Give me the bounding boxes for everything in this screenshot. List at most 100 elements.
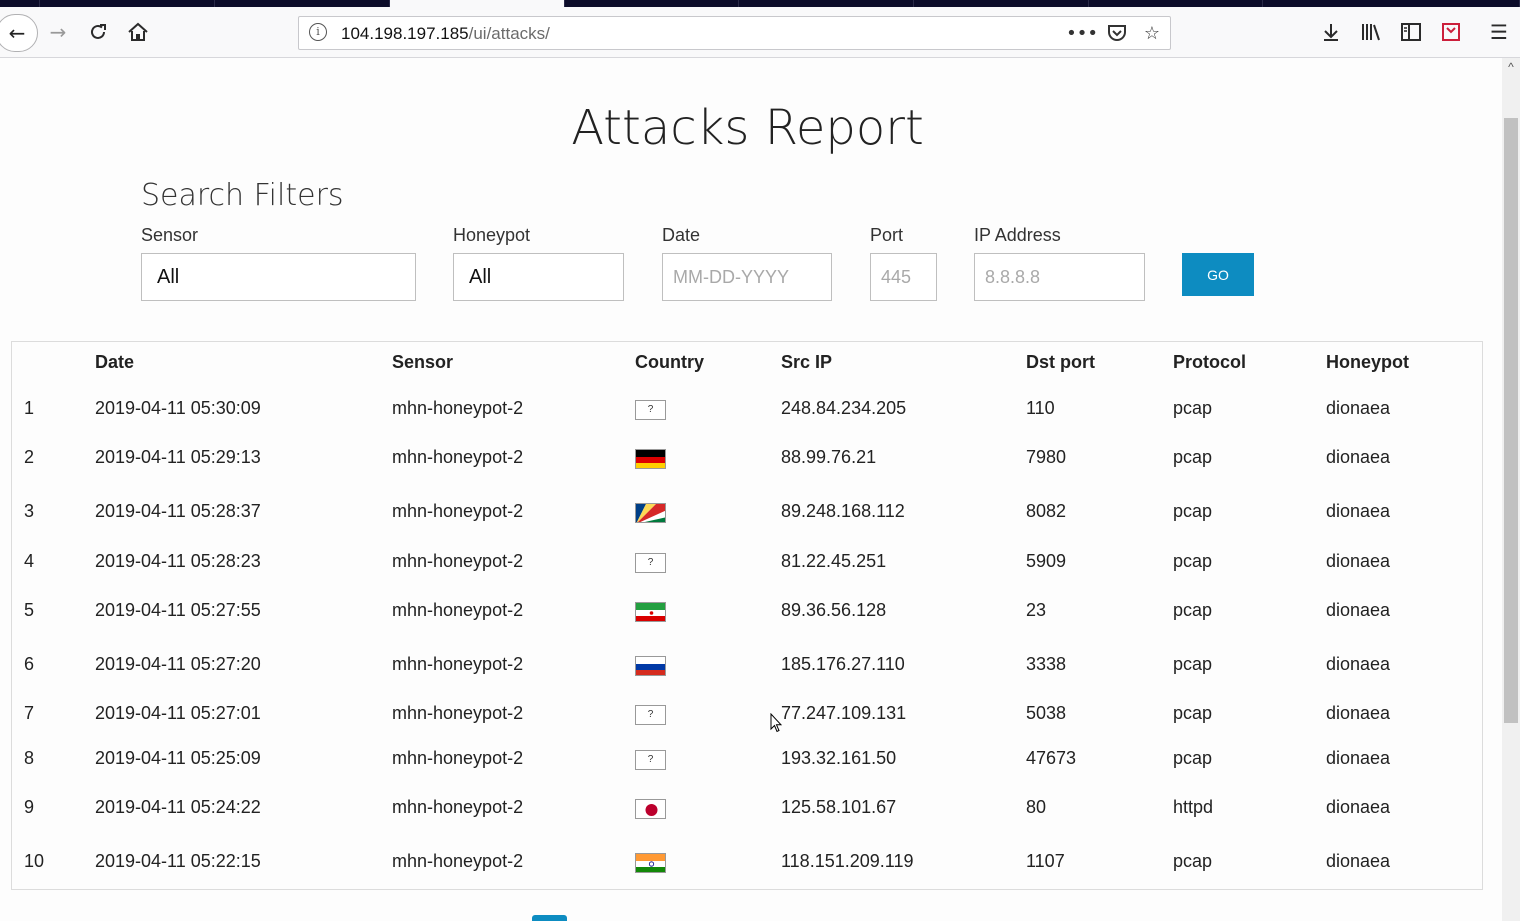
row-sensor: mhn-honeypot-2 [392,501,524,521]
tab-strip [0,0,1520,7]
row-honeypot: dionaea [1326,851,1391,871]
row-date: 2019-04-11 05:22:15 [95,851,261,871]
row-date: 2019-04-11 05:27:55 [95,600,261,620]
row-protocol: pcap [1173,551,1213,571]
row-honeypot: dionaea [1326,398,1391,418]
sensor-label: Sensor [141,225,199,245]
reload-icon [91,24,106,39]
row-dst-port: 110 [1026,398,1055,418]
pocket-icon[interactable] [1104,21,1130,45]
header-country: Country [635,352,704,372]
reload-button[interactable] [83,17,113,47]
row-protocol: pcap [1173,703,1213,723]
tab[interactable] [0,0,40,7]
row-protocol: pcap [1173,851,1213,871]
header-protocol: Protocol [1173,352,1247,372]
row-sensor: mhn-honeypot-2 [392,551,524,571]
date-input[interactable]: MM-DD-YYYY [662,253,832,301]
flag-ir-icon [635,602,666,622]
pagination-button[interactable] [532,915,567,921]
back-button[interactable]: ← [0,14,38,52]
row-number: 5 [24,600,35,620]
row-sensor: mhn-honeypot-2 [392,703,524,723]
bookmark-star-icon[interactable]: ☆ [1139,21,1165,45]
ip-input[interactable]: 8.8.8.8 [974,253,1145,301]
row-number: 4 [24,551,35,571]
unknown-flag-icon: ? [635,553,666,573]
url-text[interactable]: 104.198.197.185/ui/attacks/ [341,24,550,44]
row-number: 6 [24,654,35,674]
tab[interactable] [215,0,390,7]
row-src-ip: 77.247.109.131 [781,703,907,723]
row-date: 2019-04-11 05:27:20 [95,654,261,674]
honeypot-label: Honeypot [453,225,531,245]
sidebar-button[interactable] [1396,17,1426,47]
tab[interactable] [565,0,739,7]
download-button[interactable] [1316,17,1346,47]
scroll-up-icon[interactable]: ^ [1502,60,1520,74]
tab[interactable] [739,0,914,7]
row-date: 2019-04-11 05:29:13 [95,447,261,467]
more-icon[interactable]: ••• [1066,21,1098,45]
row-sensor: mhn-honeypot-2 [392,600,524,620]
address-bar[interactable]: i 104.198.197.185/ui/attacks/ ••• ☆ [298,16,1171,50]
url-host: 104.198.197.185 [341,24,469,43]
tab[interactable] [1089,0,1263,7]
row-honeypot: dionaea [1326,551,1391,571]
row-protocol: httpd [1173,797,1214,817]
library-button[interactable] [1356,17,1386,47]
row-dst-port: 3338 [1026,654,1067,674]
tab[interactable] [914,0,1089,7]
row-date: 2019-04-11 05:30:09 [95,398,261,418]
row-src-ip: 193.32.161.50 [781,748,897,768]
row-src-ip: 88.99.76.21 [781,447,877,467]
row-date: 2019-04-11 05:28:37 [95,501,261,521]
home-icon [128,22,148,41]
scrollbar-thumb[interactable] [1504,118,1518,723]
flag-in-icon [635,853,666,873]
header-sensor: Sensor [392,352,454,372]
row-dst-port: 23 [1026,600,1047,620]
library-icon [1362,24,1380,41]
date-label: Date [662,225,701,245]
menu-button[interactable]: ☰ [1484,17,1514,47]
tab[interactable] [1263,0,1520,7]
flag-jp-icon [635,799,666,819]
row-src-ip: 125.58.101.67 [781,797,897,817]
row-sensor: mhn-honeypot-2 [392,654,524,674]
row-date: 2019-04-11 05:24:22 [95,797,261,817]
row-honeypot: dionaea [1326,447,1391,467]
row-sensor: mhn-honeypot-2 [392,398,524,418]
page-title: Attacks Report [571,100,924,156]
row-dst-port: 8082 [1026,501,1067,521]
row-src-ip: 248.84.234.205 [781,398,907,418]
row-number: 9 [24,797,35,817]
tab-active[interactable] [390,0,565,7]
row-sensor: mhn-honeypot-2 [392,748,524,768]
row-protocol: pcap [1173,654,1213,674]
flag-ru-icon [635,656,666,676]
row-dst-port: 47673 [1026,748,1077,768]
page-scrollbar[interactable]: ^ [1502,58,1520,921]
port-input[interactable]: 445 [870,253,937,301]
row-honeypot: dionaea [1326,501,1391,521]
tab[interactable] [40,0,215,7]
row-src-ip: 89.248.168.112 [781,501,905,521]
forward-button[interactable]: → [43,17,73,47]
row-number: 10 [24,851,45,871]
menu-icon: ☰ [1490,20,1508,44]
shield-extension-button[interactable] [1436,17,1466,47]
row-src-ip: 118.151.209.119 [781,851,914,871]
row-protocol: pcap [1173,600,1213,620]
honeypot-select[interactable]: All [453,253,624,301]
row-src-ip: 89.36.56.128 [781,600,887,620]
row-date: 2019-04-11 05:25:09 [95,748,261,768]
home-button[interactable] [123,17,153,47]
download-icon [1324,24,1338,41]
header-dst-port: Dst port [1026,352,1095,372]
row-protocol: pcap [1173,447,1213,467]
info-icon[interactable]: i [309,23,327,41]
port-label: Port [870,225,904,245]
sensor-select[interactable]: All [141,253,416,301]
go-button[interactable]: GO [1182,253,1254,296]
